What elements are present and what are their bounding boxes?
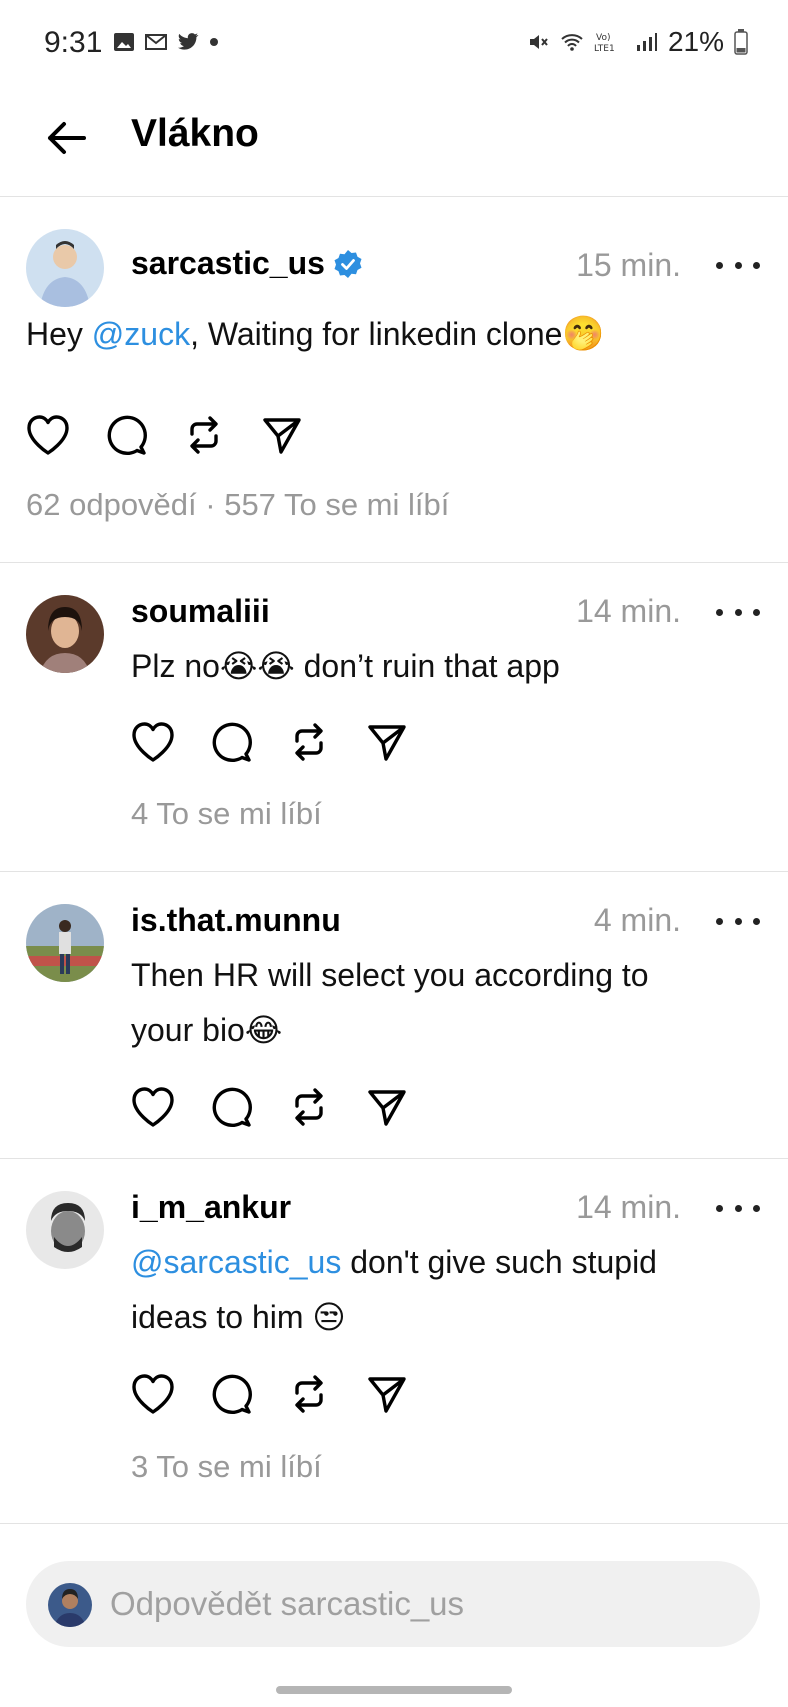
send-icon	[368, 725, 406, 761]
mention-link[interactable]: @zuck	[92, 316, 190, 352]
send-icon	[263, 418, 301, 454]
reply-button[interactable]	[205, 716, 257, 768]
heart-icon	[27, 415, 69, 455]
reply-stats[interactable]: 4 To se mi líbí	[131, 796, 322, 832]
emoji: 🤭	[562, 315, 605, 353]
reply-placeholder: Odpovědět sarcastic_us	[110, 1585, 465, 1622]
volte-icon: Vo)LTE1	[594, 33, 615, 54]
reply-item: i_m_ankur 14 min. @sarcastic_us don't gi…	[0, 1159, 788, 1523]
mention-link[interactable]: @sarcastic_us	[131, 1244, 341, 1280]
twitter-icon	[178, 33, 199, 50]
signal-icon	[636, 33, 657, 51]
reply-item: is.that.munnu 4 min. Then HR will select…	[0, 872, 788, 1158]
username[interactable]: i_m_ankur	[131, 1189, 291, 1226]
post-stats[interactable]: 62 odpovědí · 557 To se mi líbí	[26, 487, 449, 523]
verified-badge-icon	[334, 249, 362, 278]
more-options-button[interactable]	[716, 911, 760, 931]
reply-button[interactable]	[100, 409, 152, 461]
repost-icon	[295, 1088, 323, 1126]
system-icons: Vo) LTE1 21%	[526, 26, 748, 58]
battery-icon	[734, 29, 748, 55]
reply-item: soumaliii 14 min. Plz no😭😭 don’t ruin th…	[0, 563, 788, 871]
reply-time: 14 min.	[576, 1189, 681, 1225]
arrow-left-icon	[48, 122, 86, 154]
comment-icon	[212, 1374, 252, 1415]
comment-icon	[212, 722, 252, 763]
reply-stats[interactable]: 3 To se mi líbí	[131, 1449, 322, 1485]
heart-icon	[132, 1374, 174, 1414]
post-actions	[22, 409, 308, 461]
comment-icon	[212, 1087, 252, 1128]
like-button[interactable]	[127, 716, 179, 768]
comment-icon	[107, 415, 147, 456]
like-button[interactable]	[127, 1368, 179, 1420]
gmail-icon	[145, 34, 167, 50]
main-post: sarcastic_us 15 min. Hey @zuck, Waiting …	[0, 197, 788, 562]
share-button[interactable]	[361, 1081, 413, 1133]
send-icon	[368, 1377, 406, 1413]
gallery-icon	[114, 33, 134, 51]
reply-button[interactable]	[205, 1081, 257, 1133]
heart-icon	[132, 722, 174, 762]
like-button[interactable]	[127, 1081, 179, 1133]
repost-icon	[190, 416, 218, 454]
avatar[interactable]	[26, 1191, 104, 1269]
status-time: 9:31	[44, 26, 103, 59]
repost-icon	[295, 723, 323, 761]
app-header: Vlákno	[0, 92, 788, 197]
reply-input[interactable]: Odpovědět sarcastic_us	[26, 1561, 760, 1647]
reply-button[interactable]	[205, 1368, 257, 1420]
username[interactable]: soumaliii	[131, 593, 270, 630]
avatar	[48, 1583, 92, 1627]
back-button[interactable]	[40, 112, 92, 164]
repost-icon	[295, 1375, 323, 1413]
username[interactable]: sarcastic_us	[131, 245, 325, 282]
share-button[interactable]	[361, 1368, 413, 1420]
reply-text: @sarcastic_us don't give such stupid ide…	[131, 1244, 657, 1335]
more-options-button[interactable]	[716, 602, 760, 622]
post-time: 15 min.	[576, 247, 681, 283]
heart-icon	[132, 1087, 174, 1127]
repost-button[interactable]	[178, 409, 230, 461]
svg-text:LTE1: LTE1	[594, 44, 615, 54]
more-options-button[interactable]	[716, 1198, 760, 1218]
post-text: Hey @zuck, Waiting for linkedin clone🤭	[26, 315, 605, 353]
send-icon	[368, 1090, 406, 1126]
reply-time: 14 min.	[576, 593, 681, 629]
avatar[interactable]	[26, 229, 104, 307]
svg-text:Vo): Vo)	[596, 33, 610, 43]
avatar[interactable]	[26, 595, 104, 673]
reply-text: Plz no😭😭 don’t ruin that app	[131, 648, 560, 684]
repost-button[interactable]	[283, 1368, 335, 1420]
like-button[interactable]	[22, 409, 74, 461]
divider	[0, 1523, 788, 1524]
share-button[interactable]	[361, 716, 413, 768]
reply-actions	[127, 1081, 413, 1133]
share-button[interactable]	[256, 409, 308, 461]
reply-actions	[127, 716, 413, 768]
reply-text: Then HR will select you according to you…	[131, 957, 649, 1048]
page-title: Vlákno	[131, 112, 259, 155]
username[interactable]: is.that.munnu	[131, 902, 341, 939]
reply-actions	[127, 1368, 413, 1420]
home-indicator[interactable]	[276, 1686, 512, 1694]
wifi-icon	[561, 34, 583, 51]
avatar[interactable]	[26, 904, 104, 982]
dot-icon	[210, 38, 218, 46]
mute-icon	[529, 35, 548, 49]
notification-icons	[112, 30, 220, 54]
more-options-button[interactable]	[716, 255, 760, 275]
status-bar: 9:31 Vo) LTE1 21%	[0, 0, 788, 92]
repost-button[interactable]	[283, 716, 335, 768]
reply-time: 4 min.	[593, 902, 681, 938]
battery-percentage: 21%	[667, 26, 724, 57]
repost-button[interactable]	[283, 1081, 335, 1133]
